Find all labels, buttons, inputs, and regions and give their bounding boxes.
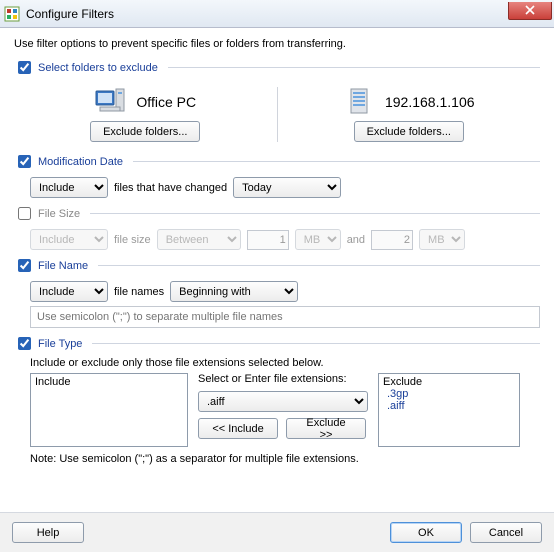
filetype-note: Note: Use semicolon (";") as a separator… [30, 453, 540, 465]
folders-checkbox[interactable] [18, 61, 31, 74]
ok-button[interactable]: OK [390, 522, 462, 543]
moddate-range-select[interactable]: Today [233, 177, 341, 198]
left-pc-name: Office PC [136, 94, 196, 110]
ext-select[interactable]: .aiff [198, 391, 368, 412]
server-icon [343, 87, 375, 117]
include-listbox[interactable]: Include [30, 373, 188, 447]
filename-mid-label: file names [114, 286, 164, 298]
app-icon [4, 6, 20, 22]
filename-match-select[interactable]: Beginning with [170, 281, 298, 302]
filesize-mode-select[interactable]: Include [30, 229, 108, 250]
filesize-op-select[interactable]: Between [157, 229, 241, 250]
moddate-checkbox[interactable] [18, 155, 31, 168]
title-bar: Configure Filters [0, 0, 554, 28]
computer-icon [94, 87, 126, 117]
right-pc-name: 192.168.1.106 [385, 94, 475, 110]
exclude-header: Exclude [383, 376, 515, 388]
intro-text: Use filter options to prevent specific f… [14, 38, 540, 50]
exclude-folders-left-button[interactable]: Exclude folders... [90, 121, 200, 142]
filetype-checkbox[interactable] [18, 337, 31, 350]
filesize-value2-input[interactable] [371, 230, 413, 250]
section-rule [98, 265, 540, 266]
section-rule [90, 213, 540, 214]
footer: Help OK Cancel [0, 512, 554, 552]
filesize-value1-input[interactable] [247, 230, 289, 250]
section-rule [168, 67, 540, 68]
exclude-folders-right-button[interactable]: Exclude folders... [354, 121, 464, 142]
filename-checkbox[interactable] [18, 259, 31, 272]
filesize-legend: File Size [38, 208, 80, 220]
help-button[interactable]: Help [12, 522, 84, 543]
ext-label: Select or Enter file extensions: [198, 373, 368, 385]
filesize-unit2-select[interactable]: MB [419, 229, 465, 250]
filename-input[interactable] [30, 306, 540, 328]
filetype-instr: Include or exclude only those file exten… [30, 357, 540, 369]
folders-legend: Select folders to exclude [38, 62, 158, 74]
exclude-listbox[interactable]: Exclude .3gp .aiff [378, 373, 520, 447]
filetype-legend: File Type [38, 338, 82, 350]
list-item[interactable]: .aiff [383, 400, 515, 412]
filesize-checkbox[interactable] [18, 207, 31, 220]
include-button[interactable]: << Include [198, 418, 278, 439]
moddate-mode-select[interactable]: Include [30, 177, 108, 198]
list-item[interactable]: .3gp [383, 388, 515, 400]
section-rule [92, 343, 540, 344]
close-button[interactable] [508, 2, 552, 20]
moddate-mid-label: files that have changed [114, 182, 227, 194]
filesize-unit1-select[interactable]: MB [295, 229, 341, 250]
filesize-and-label: and [347, 234, 365, 246]
filename-legend: File Name [38, 260, 88, 272]
exclude-button[interactable]: Exclude >> [286, 418, 366, 439]
filesize-mid-label: file size [114, 234, 151, 246]
include-header: Include [35, 376, 183, 388]
filename-mode-select[interactable]: Include [30, 281, 108, 302]
window-title: Configure Filters [26, 7, 502, 21]
moddate-legend: Modification Date [38, 156, 123, 168]
section-rule [133, 161, 540, 162]
cancel-button[interactable]: Cancel [470, 522, 542, 543]
